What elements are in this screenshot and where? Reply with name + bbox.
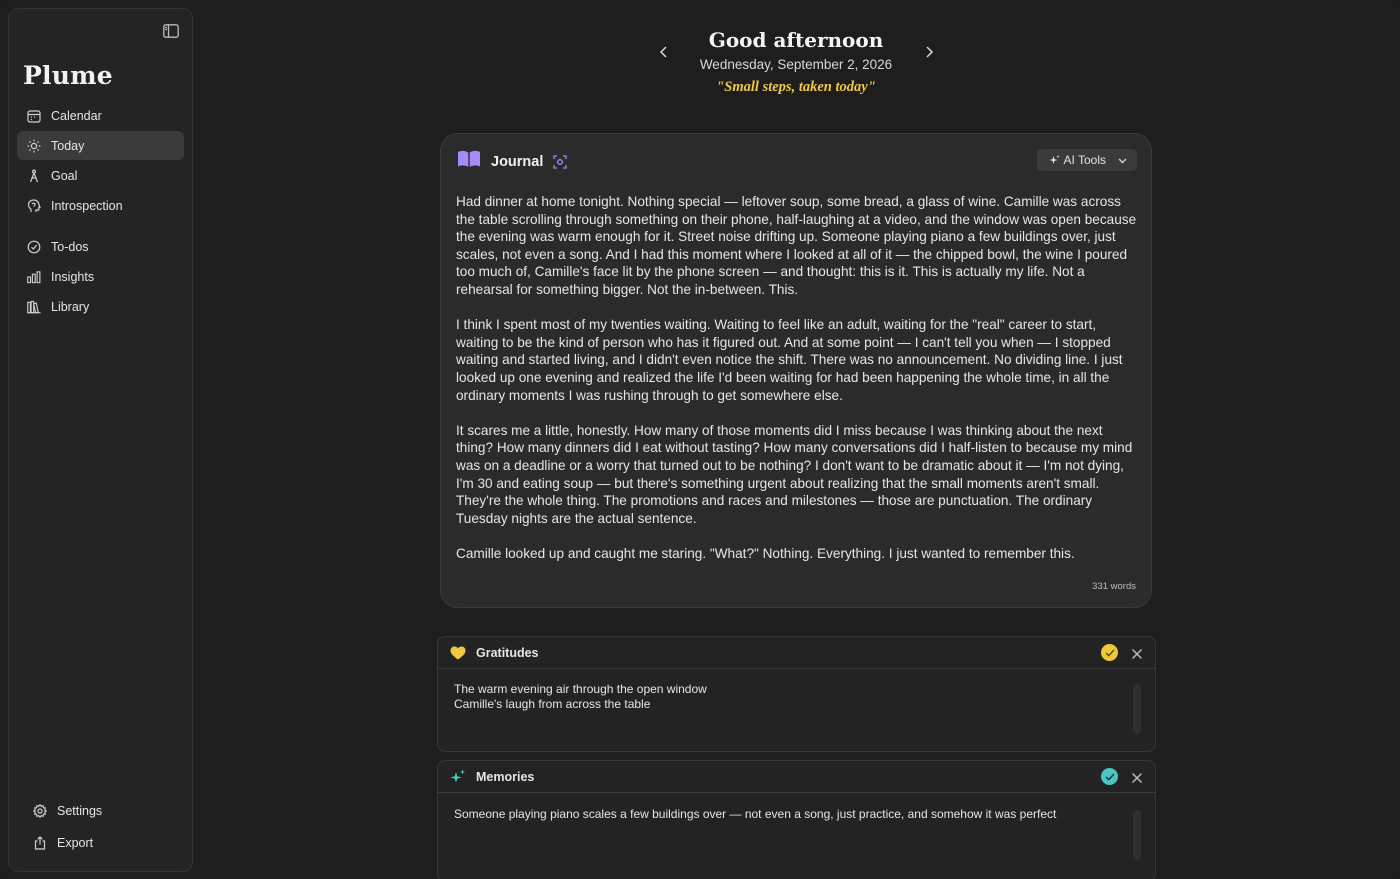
sidebar-item-settings[interactable]: Settings <box>23 795 183 826</box>
app-window: Plume Calendar Today Goal Introspection … <box>0 0 1400 879</box>
sidebar-nav: Calendar Today Goal Introspection To-dos… <box>17 101 184 322</box>
sparkle-icon <box>1049 154 1060 166</box>
memories-scrollbar[interactable] <box>1133 810 1141 860</box>
journal-paragraph: I think I spent most of my twenties wait… <box>456 317 1123 403</box>
sidebar-item-label: Insights <box>51 269 95 284</box>
sidebar-item-label: Today <box>51 138 85 153</box>
gratitude-item: Camille's laugh from across the table <box>454 697 651 711</box>
sidebar-item-label: Introspection <box>51 198 123 213</box>
compass-icon <box>27 169 41 183</box>
sidebar-item-label: Calendar <box>51 108 102 123</box>
gratitudes-title: Gratitudes <box>476 645 539 660</box>
gratitudes-close-icon[interactable] <box>1131 647 1143 659</box>
memories-title: Memories <box>476 769 535 784</box>
memories-text[interactable]: Someone playing piano scales a few build… <box>438 793 1155 835</box>
app-brand: Plume <box>23 61 113 90</box>
journal-card: Journal AI Tools Had dinner at home toni… <box>440 133 1152 608</box>
check-circle-icon <box>27 240 41 254</box>
journal-header: Journal <box>457 150 568 173</box>
bar-chart-icon <box>27 270 41 284</box>
journal-entry-text[interactable]: Had dinner at home tonight. Nothing spec… <box>456 193 1140 580</box>
gratitudes-header: Gratitudes <box>438 637 1155 669</box>
greeting-title: Good afternoon <box>708 28 884 52</box>
sidebar-item-introspection[interactable]: Introspection <box>17 191 184 220</box>
sidebar-footer: Settings Export <box>23 795 183 859</box>
memories-section: Memories Someone playing piano scales a … <box>437 760 1156 879</box>
sidebar: Plume Calendar Today Goal Introspection … <box>8 8 193 872</box>
current-date: Wednesday, September 2, 2026 <box>699 57 893 72</box>
ai-tools-dropdown[interactable]: AI Tools <box>1036 149 1137 171</box>
sidebar-item-today[interactable]: Today <box>17 131 184 160</box>
sidebar-item-library[interactable]: Library <box>17 292 184 321</box>
sidebar-item-label: Goal <box>51 168 78 183</box>
word-count: 331 words <box>1092 581 1136 592</box>
chevron-down-icon <box>1118 153 1127 167</box>
focus-mode-icon[interactable] <box>553 154 568 169</box>
sidebar-item-todos[interactable]: To-dos <box>17 232 184 261</box>
sidebar-item-label: Library <box>51 299 90 314</box>
sidebar-toggle-icon[interactable] <box>163 24 179 38</box>
share-icon <box>33 835 47 850</box>
journal-paragraph: Had dinner at home tonight. Nothing spec… <box>456 194 1137 297</box>
memories-complete-check-icon[interactable] <box>1101 768 1118 785</box>
sparkle-icon <box>450 769 466 785</box>
sidebar-item-insights[interactable]: Insights <box>17 262 184 291</box>
sidebar-item-export[interactable]: Export <box>23 827 183 858</box>
sidebar-item-calendar[interactable]: Calendar <box>17 101 184 130</box>
gratitudes-text[interactable]: The warm evening air through the open wi… <box>438 669 1155 725</box>
gratitudes-section: Gratitudes The warm evening air through … <box>437 636 1156 752</box>
journal-title: Journal <box>491 153 544 170</box>
daily-quote: "Small steps, taken today" <box>716 79 876 95</box>
journal-paragraph: Camille looked up and caught me staring.… <box>456 545 1075 561</box>
ai-tools-label: AI Tools <box>1063 153 1106 167</box>
journal-paragraph: It scares me a little, honestly. How man… <box>456 422 1133 526</box>
memories-header: Memories <box>438 761 1155 793</box>
calendar-icon <box>27 109 41 123</box>
sidebar-item-label: To-dos <box>51 239 89 254</box>
gear-icon <box>33 803 47 818</box>
sidebar-item-label: Export <box>57 835 94 850</box>
heart-icon <box>450 646 466 660</box>
sun-icon <box>27 139 41 153</box>
sidebar-item-goal[interactable]: Goal <box>17 161 184 190</box>
head-icon <box>27 198 41 213</box>
gratitudes-complete-check-icon[interactable] <box>1101 644 1118 661</box>
gratitudes-scrollbar[interactable] <box>1133 684 1141 734</box>
gratitude-item: The warm evening air through the open wi… <box>454 682 707 696</box>
memory-item: Someone playing piano scales a few build… <box>454 807 1057 821</box>
day-header: Good afternoon Wednesday, September 2, 2… <box>440 28 1152 96</box>
sidebar-item-label: Settings <box>57 803 103 818</box>
open-book-icon <box>457 150 481 173</box>
books-icon <box>27 300 41 314</box>
memories-close-icon[interactable] <box>1131 771 1143 783</box>
